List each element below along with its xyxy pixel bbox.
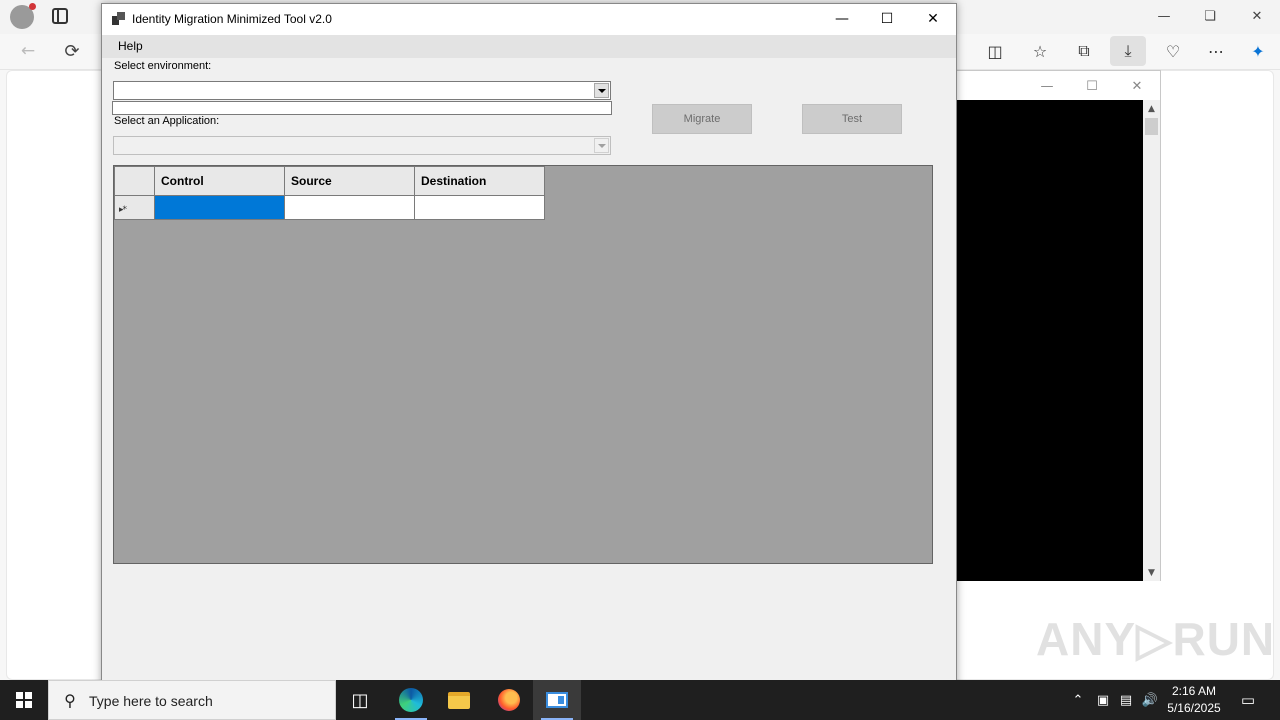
app-titlebar: Identity Migration Minimized Tool v2.0 —… — [102, 4, 956, 35]
console-minimize-button[interactable]: — — [1027, 75, 1067, 97]
browser-restore-button[interactable]: ❏ — [1187, 5, 1233, 27]
mapping-grid[interactable]: Control Source Destination ▸* — [113, 165, 933, 564]
console-output — [945, 100, 1144, 581]
split-screen-icon[interactable]: ◫ — [980, 38, 1010, 64]
identity-migration-window: Identity Migration Minimized Tool v2.0 —… — [101, 3, 957, 695]
app-minimize-button[interactable]: — — [819, 4, 865, 34]
mapping-table: Control Source Destination ▸* — [114, 166, 545, 220]
meet-now-icon[interactable]: ▣ — [1093, 690, 1113, 710]
tabs-icon[interactable] — [52, 8, 68, 24]
winforms-app-icon — [112, 12, 125, 25]
taskbar-search[interactable]: ⚲ Type here to search — [48, 680, 336, 720]
application-label: Select an Application: — [114, 115, 220, 127]
favorites-icon[interactable]: ☆ — [1025, 38, 1055, 64]
network-icon[interactable]: ▤ — [1116, 690, 1136, 710]
scroll-up-icon[interactable]: ▲ — [1143, 100, 1160, 117]
environment-textbox[interactable] — [112, 101, 612, 115]
firefox-icon[interactable] — [485, 680, 533, 720]
download-icon[interactable]: ⤓ — [1110, 36, 1146, 66]
console-titlebar: — ☐ ✕ — [945, 71, 1160, 100]
console-maximize-button[interactable]: ☐ — [1072, 75, 1112, 97]
clock-time: 2:16 AM — [1171, 684, 1217, 698]
console-window: — ☐ ✕ ▲ ▼ — [944, 70, 1161, 581]
app-title: Identity Migration Minimized Tool v2.0 — [132, 12, 332, 26]
column-header-source[interactable]: Source — [284, 166, 415, 196]
app-close-button[interactable]: ✕ — [910, 4, 956, 34]
edge-icon[interactable] — [387, 680, 435, 720]
chevron-down-icon[interactable] — [594, 138, 609, 153]
profile-icon[interactable] — [10, 3, 36, 29]
menu-bar: Help — [102, 35, 956, 58]
volume-icon[interactable]: 🔊 — [1140, 690, 1160, 710]
application-select[interactable] — [113, 136, 611, 155]
file-explorer-icon[interactable] — [435, 680, 483, 720]
chevron-down-icon[interactable] — [594, 83, 609, 98]
grid-corner-header[interactable] — [114, 166, 155, 196]
console-scrollbar[interactable]: ▲ ▼ — [1143, 100, 1160, 581]
cell-destination[interactable] — [414, 195, 545, 220]
column-header-destination[interactable]: Destination — [414, 166, 545, 196]
table-row: ▸* — [114, 195, 545, 220]
console-close-button[interactable]: ✕ — [1117, 75, 1157, 97]
new-row-header[interactable]: ▸* — [114, 195, 155, 220]
test-button[interactable]: Test — [802, 104, 902, 134]
search-placeholder: Type here to search — [89, 693, 213, 709]
app-maximize-button[interactable]: ☐ — [864, 4, 910, 34]
task-view-icon[interactable]: ◫ — [336, 680, 384, 720]
browser-minimize-button[interactable]: — — [1141, 5, 1187, 27]
scroll-thumb[interactable] — [1145, 118, 1158, 135]
back-icon[interactable]: ← — [16, 40, 40, 62]
browser-close-button[interactable]: ✕ — [1234, 5, 1280, 27]
browser-essentials-icon[interactable]: ♡ — [1158, 38, 1188, 64]
menu-help[interactable]: Help — [112, 39, 149, 53]
cell-control[interactable] — [154, 195, 285, 220]
new-row-icon: ▸* — [119, 204, 127, 215]
notifications-icon[interactable]: ▭ — [1236, 688, 1260, 712]
clock-date: 5/16/2025 — [1167, 701, 1221, 715]
scroll-down-icon[interactable]: ▼ — [1143, 564, 1160, 581]
grid-header-row: Control Source Destination — [114, 166, 545, 196]
watermark-logo: ANY▷RUN — [1036, 613, 1276, 665]
winforms-taskbar-icon[interactable] — [533, 680, 581, 720]
column-header-control[interactable]: Control — [154, 166, 285, 196]
show-hidden-icons-icon[interactable]: ⌃ — [1068, 690, 1088, 710]
copilot-icon[interactable]: ✦ — [1243, 38, 1273, 64]
windows-start-icon[interactable] — [0, 680, 48, 720]
environment-label: Select environment: — [114, 60, 212, 72]
migrate-button[interactable]: Migrate — [652, 104, 752, 134]
environment-select[interactable] — [113, 81, 611, 100]
taskbar: ⚲ Type here to search ◫ ⌃ ▣ ▤ 🔊 2:16 AM … — [0, 680, 1280, 720]
more-icon[interactable]: ⋯ — [1201, 38, 1231, 64]
collections-icon[interactable]: ⧉ — [1069, 38, 1099, 64]
search-icon: ⚲ — [64, 690, 76, 710]
taskbar-clock[interactable]: 2:16 AM 5/16/2025 — [1160, 683, 1228, 717]
cell-source[interactable] — [284, 195, 415, 220]
refresh-icon[interactable]: ⟳ — [60, 40, 84, 62]
